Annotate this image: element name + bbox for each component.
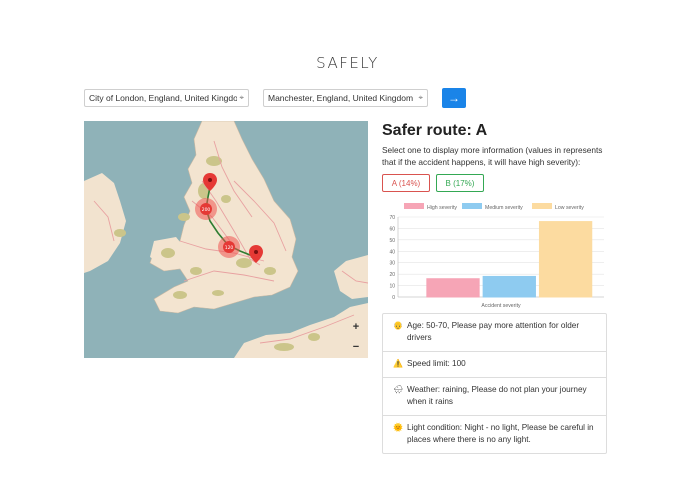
info-text: Weather: raining, Please do not plan you…: [407, 385, 587, 406]
sun-icon: 🌞: [393, 423, 403, 432]
svg-text:200: 200: [202, 207, 211, 213]
info-age: 👴 Age: 50-70, Please pay more attention …: [383, 314, 606, 352]
zoom-out-button[interactable]: −: [349, 337, 363, 357]
bar-high-severity: [426, 278, 480, 298]
legend-swatch: [532, 203, 552, 209]
elderly-icon: 👴: [393, 321, 403, 330]
y-tick-label: 60: [389, 226, 395, 232]
y-tick-label: 50: [389, 238, 395, 244]
crosshair-icon[interactable]: ⌖: [239, 93, 244, 103]
info-text: Age: 50-70, Please pay more attention fo…: [407, 321, 580, 342]
svg-text:120: 120: [225, 245, 234, 251]
info-weather: 🌧 Weather: raining, Please do not plan y…: [383, 378, 606, 416]
origin-input[interactable]: [89, 93, 238, 103]
y-tick-label: 0: [392, 295, 395, 301]
rain-cloud-icon: 🌧: [393, 385, 404, 394]
legend-label: High severity: [427, 205, 457, 211]
route-map[interactable]: 200 120 + −: [84, 121, 368, 358]
info-speed: ⚠️ Speed limit: 100: [383, 352, 606, 378]
info-list: 👴 Age: 50-70, Please pay more attention …: [382, 313, 607, 454]
legend-swatch: [404, 203, 424, 209]
info-text: Light condition: Night - no light, Pleas…: [407, 423, 594, 444]
app-brand: SAFELY: [316, 54, 379, 72]
safer-route-title: Safer route: A: [382, 122, 488, 139]
crosshair-icon[interactable]: ⌖: [418, 93, 423, 103]
legend-label: Low severity: [555, 205, 584, 211]
severity-chart-svg: High severity Medium severity Low severity…: [389, 203, 604, 309]
map-canvas[interactable]: 200 120: [84, 121, 368, 358]
route-b-button[interactable]: B (17%): [436, 174, 484, 192]
info-light: 🌞 Light condition: Night - no light, Ple…: [383, 416, 606, 453]
search-route-button[interactable]: →: [442, 88, 466, 108]
destination-input[interactable]: [268, 93, 417, 103]
origin-field[interactable]: ⌖: [84, 89, 249, 107]
x-axis-label: Accident severity: [481, 303, 521, 309]
severity-chart: High severity Medium severity Low severity…: [382, 199, 608, 311]
y-tick-label: 70: [389, 215, 395, 221]
zoom-in-button[interactable]: +: [349, 317, 363, 337]
legend-swatch: [462, 203, 482, 209]
legend-label: Medium severity: [485, 205, 523, 211]
bar-low-severity: [538, 221, 593, 298]
y-tick-label: 30: [389, 261, 395, 267]
y-tick-label: 10: [389, 284, 395, 290]
info-text: Speed limit: 100: [407, 359, 466, 368]
warning-icon: ⚠️: [393, 359, 403, 368]
bar-medium-severity: [482, 275, 536, 298]
zoom-controls: + −: [349, 317, 363, 357]
destination-field[interactable]: ⌖: [263, 89, 428, 107]
route-a-button[interactable]: A (14%): [382, 174, 430, 192]
accident-cluster[interactable]: 200: [195, 198, 217, 220]
arrow-right-icon: →: [448, 91, 460, 105]
route-hint-text: Select one to display more information (…: [382, 145, 603, 167]
y-tick-label: 20: [389, 272, 395, 278]
y-tick-label: 40: [389, 249, 395, 255]
accident-cluster[interactable]: 120: [218, 236, 240, 258]
